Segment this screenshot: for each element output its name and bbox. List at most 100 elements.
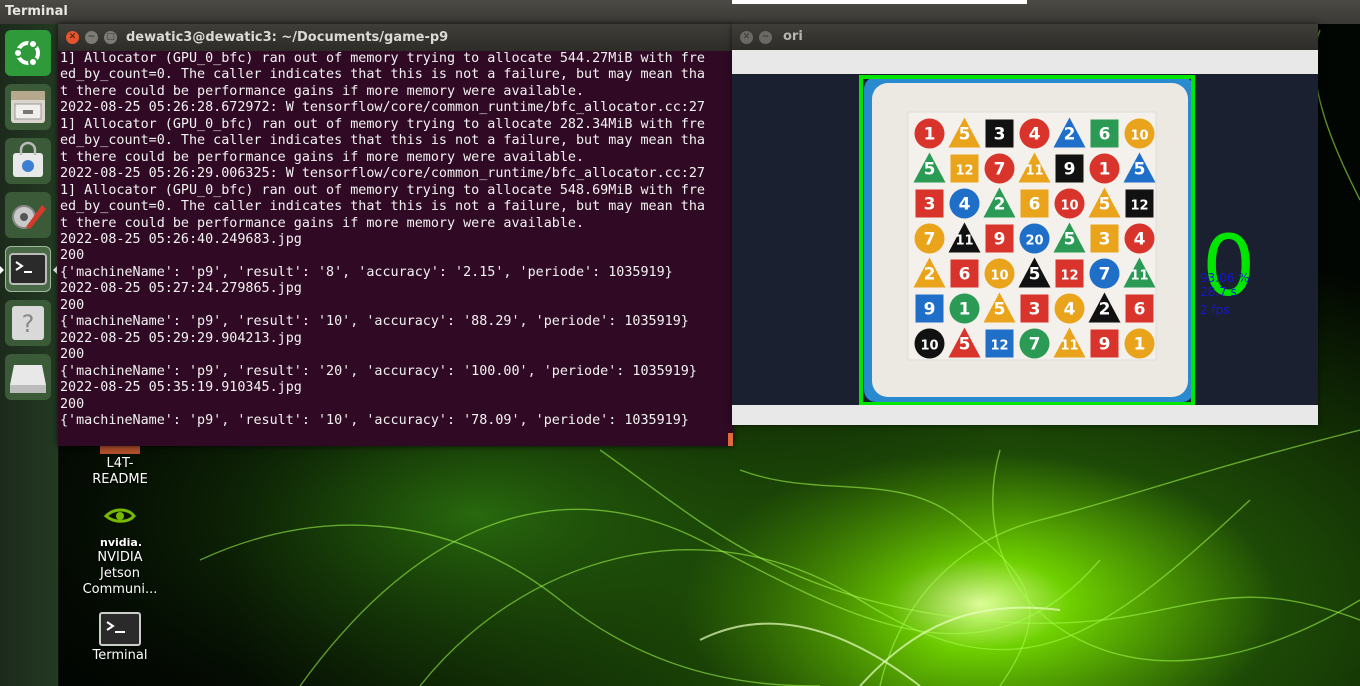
board-cell-number: 4 [1029, 125, 1041, 145]
board-cell-number: 2 [1099, 300, 1111, 320]
ubuntu-logo-icon [13, 39, 40, 67]
board-cell-number: 12 [1060, 269, 1078, 284]
board-cell-number: 12 [990, 339, 1008, 354]
image-window[interactable]: ✕ − ori 1 5 3 4 2 6 10 5 12 7 11 9 1 5 3 4 2 6 10 5 12 7 11 9 20… [732, 24, 1318, 425]
board-cell-number: 7 [994, 160, 1006, 180]
close-button[interactable]: ✕ [66, 31, 79, 44]
active-indicator-right [53, 266, 57, 274]
board-cell-number: 7 [1029, 335, 1041, 355]
board-cell-number: 9 [1099, 335, 1111, 355]
desktop-icon-terminal[interactable]: Terminal [75, 612, 165, 664]
terminal-titlebar[interactable]: ✕ − □ dewatic3@dewatic3: ~/Documents/gam… [58, 24, 733, 51]
board-cell-number: 7 [1099, 265, 1111, 285]
close-icon: ✕ [68, 32, 77, 42]
top-panel: Terminal [0, 0, 1360, 24]
terminal-line: 200 [60, 248, 85, 264]
terminal-line: {'machineName': 'p9', 'result': '10', 'a… [60, 314, 689, 330]
launcher-item-drive[interactable] [5, 354, 51, 400]
board-cell-number: 5 [959, 125, 971, 145]
launcher-item-ubuntu-dash[interactable] [5, 30, 51, 76]
desktop-icon-nvidia-community[interactable]: nvidia. NVIDIA Jetson Communi... [75, 506, 165, 598]
maximize-button[interactable]: □ [104, 31, 117, 44]
panel-indicator-strip [732, 0, 1027, 4]
drive-icon [10, 365, 46, 393]
board-cell-number: 10 [920, 339, 938, 354]
board-cell-number: 10 [990, 269, 1008, 284]
terminal-line: {'machineName': 'p9', 'result': '8', 'ac… [60, 264, 673, 280]
board-cell-number: 3 [1029, 300, 1041, 320]
launcher-item-terminal[interactable] [5, 246, 51, 292]
shopping-bag-icon [13, 141, 43, 177]
board-cell-number: 20 [1025, 234, 1043, 249]
terminal-line: 1] Allocator (GPU_0_bfc) ran out of memo… [60, 182, 705, 198]
active-app-title: Terminal [5, 4, 68, 19]
minimize-button[interactable]: − [759, 31, 772, 44]
terminal-line: 2022-08-25 05:26:28.672972: W tensorflow… [60, 100, 705, 116]
minimize-button[interactable]: − [85, 31, 98, 44]
image-window-titlebar[interactable]: ✕ − ori [732, 24, 1318, 50]
terminal-line: t there could be performance gains if mo… [60, 149, 585, 165]
desktop-icon-label: L4T- README [92, 456, 148, 487]
terminal-line: 2022-08-25 05:26:40.249683.jpg [60, 231, 302, 247]
window-title: dewatic3@dewatic3: ~/Documents/game-p9 [126, 30, 449, 45]
terminal-line: 2022-08-25 05:29:29.904213.jpg [60, 330, 302, 346]
board-cell-number: 1 [1099, 160, 1111, 180]
board-cell-number: 6 [1134, 300, 1146, 320]
window-title: ori [783, 29, 803, 44]
question-mark-icon: ? [12, 306, 44, 340]
desktop-icon-label: Terminal [92, 648, 148, 663]
launcher: ? [0, 24, 59, 686]
time-readout: 28.7 s [1200, 285, 1237, 299]
board-cell-number: 4 [959, 195, 971, 215]
terminal-line: 2022-08-25 05:26:29.006325: W tensorflow… [60, 166, 705, 182]
board-cell-number: 1 [1134, 335, 1146, 355]
maximize-icon: □ [106, 32, 115, 42]
active-indicator-left [0, 266, 4, 274]
board-cell-number: 12 [1130, 199, 1148, 214]
terminal-icon [9, 253, 47, 285]
terminal-line: {'machineName': 'p9', 'result': '20', 'a… [60, 363, 697, 379]
terminal-line: 1] Allocator (GPU_0_bfc) ran out of memo… [60, 51, 705, 66]
terminal-line: t there could be performance gains if mo… [60, 83, 585, 99]
board-cell-number: 9 [924, 300, 936, 320]
board-cell-number: 5 [1029, 265, 1041, 285]
board-cell-number: 11 [1130, 269, 1148, 284]
board-cell-number: 11 [955, 234, 973, 249]
terminal-output[interactable]: 1] Allocator (GPU_0_bfc) ran out of memo… [60, 51, 732, 446]
close-button[interactable]: ✕ [740, 31, 753, 44]
board-cell-number: 5 [1134, 160, 1146, 180]
svg-text:?: ? [22, 310, 35, 338]
board-cell-number: 6 [1029, 195, 1041, 215]
terminal-line: 200 [60, 297, 85, 313]
terminal-line: 2022-08-25 05:27:24.279865.jpg [60, 281, 302, 297]
board-cell-number: 2 [994, 195, 1006, 215]
board-cell-number: 6 [959, 265, 971, 285]
launcher-item-software-center[interactable] [5, 138, 51, 184]
file-cabinet-icon [11, 91, 45, 123]
board-cell-number: 1 [924, 125, 936, 145]
board-cell-number: 2 [1064, 125, 1076, 145]
terminal-line: 200 [60, 347, 85, 363]
board-cell-number: 2 [924, 265, 936, 285]
terminal-line: 1] Allocator (GPU_0_bfc) ran out of memo… [60, 116, 705, 132]
close-icon: ✕ [742, 32, 751, 42]
accuracy-readout: 93.06 % [1200, 271, 1250, 285]
terminal-window[interactable]: ✕ − □ dewatic3@dewatic3: ~/Documents/gam… [58, 24, 733, 446]
terminal-icon [99, 612, 141, 646]
board-cell-number: 3 [1099, 230, 1111, 250]
board-cell-number: 3 [994, 125, 1006, 145]
terminal-line: 2022-08-25 05:35:19.910345.jpg [60, 380, 302, 396]
desktop-icon-label: NVIDIA Jetson Communi... [82, 550, 158, 597]
minimize-icon: − [87, 32, 96, 42]
launcher-item-files[interactable] [5, 84, 51, 130]
board-cell-number: 1 [959, 300, 971, 320]
terminal-line: 200 [60, 396, 85, 412]
terminal-line: ed_by_count=0. The caller indicates that… [60, 199, 705, 215]
launcher-item-help[interactable]: ? [5, 300, 51, 346]
board-cell-number: 5 [1064, 230, 1076, 250]
board-cell-number: 10 [1060, 199, 1078, 214]
launcher-item-system-settings[interactable] [5, 192, 51, 238]
board-cell-number: 10 [1130, 129, 1148, 144]
terminal-line: {'machineName': 'p9', 'result': '10', 'a… [60, 412, 689, 428]
desktop-icon-readme[interactable]: L4T- README [75, 440, 165, 488]
